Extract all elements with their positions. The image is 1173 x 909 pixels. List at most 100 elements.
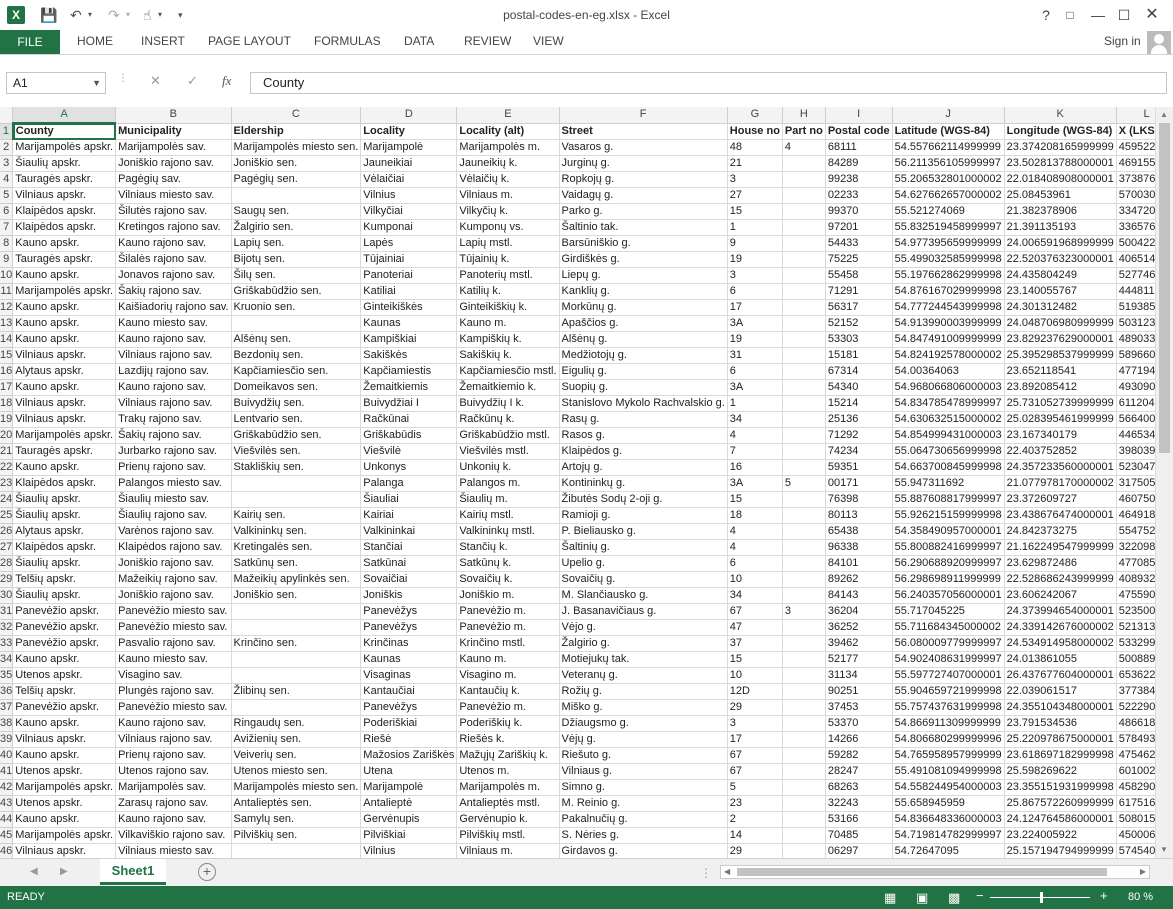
- cell[interactable]: 25.731052739999999: [1004, 395, 1117, 412]
- cell[interactable]: [782, 619, 826, 636]
- cell[interactable]: Marijampolė: [360, 779, 458, 796]
- cell[interactable]: 55.757437631999998: [892, 699, 1005, 716]
- cell[interactable]: 566400: [1116, 411, 1155, 428]
- ribbon-display-icon[interactable]: □: [1056, 4, 1084, 26]
- cell[interactable]: 56.080009779999997: [892, 635, 1005, 652]
- cell[interactable]: 67: [727, 747, 783, 764]
- cell[interactable]: [782, 315, 826, 332]
- cell[interactable]: 02233: [825, 187, 893, 204]
- cell[interactable]: S. Nėries g.: [559, 827, 728, 844]
- cell[interactable]: 54.902408631999997: [892, 651, 1005, 668]
- cell[interactable]: Pakalnučių g.: [559, 811, 728, 828]
- cell[interactable]: Šakių rajono sav.: [115, 427, 232, 444]
- cell[interactable]: Alytaus apskr.: [12, 363, 117, 380]
- cell[interactable]: Marijampolė: [360, 139, 458, 156]
- cell[interactable]: 55.064730656999998: [892, 443, 1005, 460]
- cell[interactable]: Panevėžio miesto sav.: [115, 699, 232, 716]
- cell[interactable]: [782, 683, 826, 700]
- formula-input[interactable]: County: [250, 72, 1167, 94]
- cell[interactable]: 54.836648336000003: [892, 811, 1005, 828]
- cell[interactable]: Sovaičių k.: [456, 571, 560, 588]
- cell[interactable]: 56.298698911999999: [892, 571, 1005, 588]
- cell[interactable]: Buivydžių sen.: [231, 395, 362, 412]
- cell[interactable]: Vilnius: [360, 843, 458, 858]
- cell[interactable]: Marijampolės apskr.: [12, 139, 117, 156]
- cell[interactable]: 9: [727, 235, 783, 252]
- cell[interactable]: Mažosios Zariškės: [360, 747, 458, 764]
- cell[interactable]: Stanislovo Mykolo Rachvalskio g.: [559, 395, 728, 412]
- cell[interactable]: 14: [727, 827, 783, 844]
- row-header[interactable]: 5: [0, 187, 14, 204]
- vertical-scroll-thumb[interactable]: [1159, 123, 1170, 453]
- cell[interactable]: 23.829237629000001: [1004, 331, 1117, 348]
- cell[interactable]: 444811: [1116, 283, 1155, 300]
- cell[interactable]: 52177: [825, 651, 893, 668]
- cell[interactable]: Viešvilės sen.: [231, 443, 362, 460]
- cell[interactable]: Krinčino sen.: [231, 635, 362, 652]
- cell[interactable]: 76398: [825, 491, 893, 508]
- cell[interactable]: 22.403752852: [1004, 443, 1117, 460]
- header-cell[interactable]: Part no: [782, 123, 826, 140]
- cell[interactable]: [782, 379, 826, 396]
- row-header[interactable]: 18: [0, 395, 14, 412]
- cell[interactable]: Račkūnų k.: [456, 411, 560, 428]
- row-header[interactable]: 27: [0, 539, 14, 556]
- cell[interactable]: 71291: [825, 283, 893, 300]
- cell[interactable]: Riešės k.: [456, 731, 560, 748]
- cell[interactable]: 55.197662862999998: [892, 267, 1005, 284]
- cell[interactable]: [782, 443, 826, 460]
- column-header[interactable]: B: [115, 107, 232, 124]
- cell[interactable]: Riešuto g.: [559, 747, 728, 764]
- cell[interactable]: 458290: [1116, 779, 1155, 796]
- cell[interactable]: Saugų sen.: [231, 203, 362, 220]
- cell[interactable]: 4: [727, 539, 783, 556]
- cell[interactable]: Utenos apskr.: [12, 763, 117, 780]
- cell[interactable]: Gervėnupio k.: [456, 811, 560, 828]
- cell[interactable]: 25.395298537999999: [1004, 347, 1117, 364]
- cell[interactable]: Visagino sav.: [115, 667, 232, 684]
- header-cell[interactable]: Locality (alt): [456, 123, 560, 140]
- cell[interactable]: Panevėžio m.: [456, 603, 560, 620]
- header-cell[interactable]: Postal code: [825, 123, 893, 140]
- cell[interactable]: Visaginas: [360, 667, 458, 684]
- cell[interactable]: Šaltinio tak.: [559, 219, 728, 236]
- cell[interactable]: 533299: [1116, 635, 1155, 652]
- scroll-right-icon[interactable]: ▶: [1140, 867, 1146, 876]
- cell[interactable]: Kretingalės sen.: [231, 539, 362, 556]
- cell[interactable]: Unkonys: [360, 459, 458, 476]
- spreadsheet-grid[interactable]: ABCDEFGHIJKLM1CountyMunicipalityEldershi…: [0, 107, 1155, 858]
- tab-home[interactable]: HOME: [77, 34, 113, 48]
- cell[interactable]: 53370: [825, 715, 893, 732]
- cell[interactable]: Ringaudų sen.: [231, 715, 362, 732]
- cell[interactable]: 15: [727, 491, 783, 508]
- cell[interactable]: 459522: [1116, 139, 1155, 156]
- cell[interactable]: 523047: [1116, 459, 1155, 476]
- cell[interactable]: Šilų sen.: [231, 267, 362, 284]
- cell[interactable]: [782, 395, 826, 412]
- cell[interactable]: Žibutės Sodų 2-oji g.: [559, 491, 728, 508]
- cell[interactable]: Marijampolės sav.: [115, 779, 232, 796]
- cell[interactable]: Kampiškių k.: [456, 331, 560, 348]
- cell[interactable]: Joniškio rajono sav.: [115, 587, 232, 604]
- cell[interactable]: 464918: [1116, 507, 1155, 524]
- cell[interactable]: [782, 411, 826, 428]
- cell[interactable]: 519385: [1116, 299, 1155, 316]
- cell[interactable]: 59282: [825, 747, 893, 764]
- cell[interactable]: Kauno m.: [456, 315, 560, 332]
- cell[interactable]: Žalgirio g.: [559, 635, 728, 652]
- cell[interactable]: Kauno rajono sav.: [115, 811, 232, 828]
- cell[interactable]: 54.854999431000003: [892, 427, 1005, 444]
- sheet-tab-sheet1[interactable]: Sheet1: [100, 859, 166, 885]
- header-cell[interactable]: Eldership: [231, 123, 362, 140]
- cell[interactable]: 67314: [825, 363, 893, 380]
- cell[interactable]: Artojų g.: [559, 459, 728, 476]
- cell[interactable]: Miško g.: [559, 699, 728, 716]
- cell[interactable]: Prienų rajono sav.: [115, 459, 232, 476]
- cell[interactable]: 611204: [1116, 395, 1155, 412]
- header-cell[interactable]: Locality: [360, 123, 458, 140]
- cell[interactable]: 25.157194794999999: [1004, 843, 1117, 858]
- cell[interactable]: [782, 299, 826, 316]
- minimize-icon[interactable]: —: [1084, 4, 1112, 26]
- cell[interactable]: 24.842373275: [1004, 523, 1117, 540]
- cell[interactable]: 25.220978675000001: [1004, 731, 1117, 748]
